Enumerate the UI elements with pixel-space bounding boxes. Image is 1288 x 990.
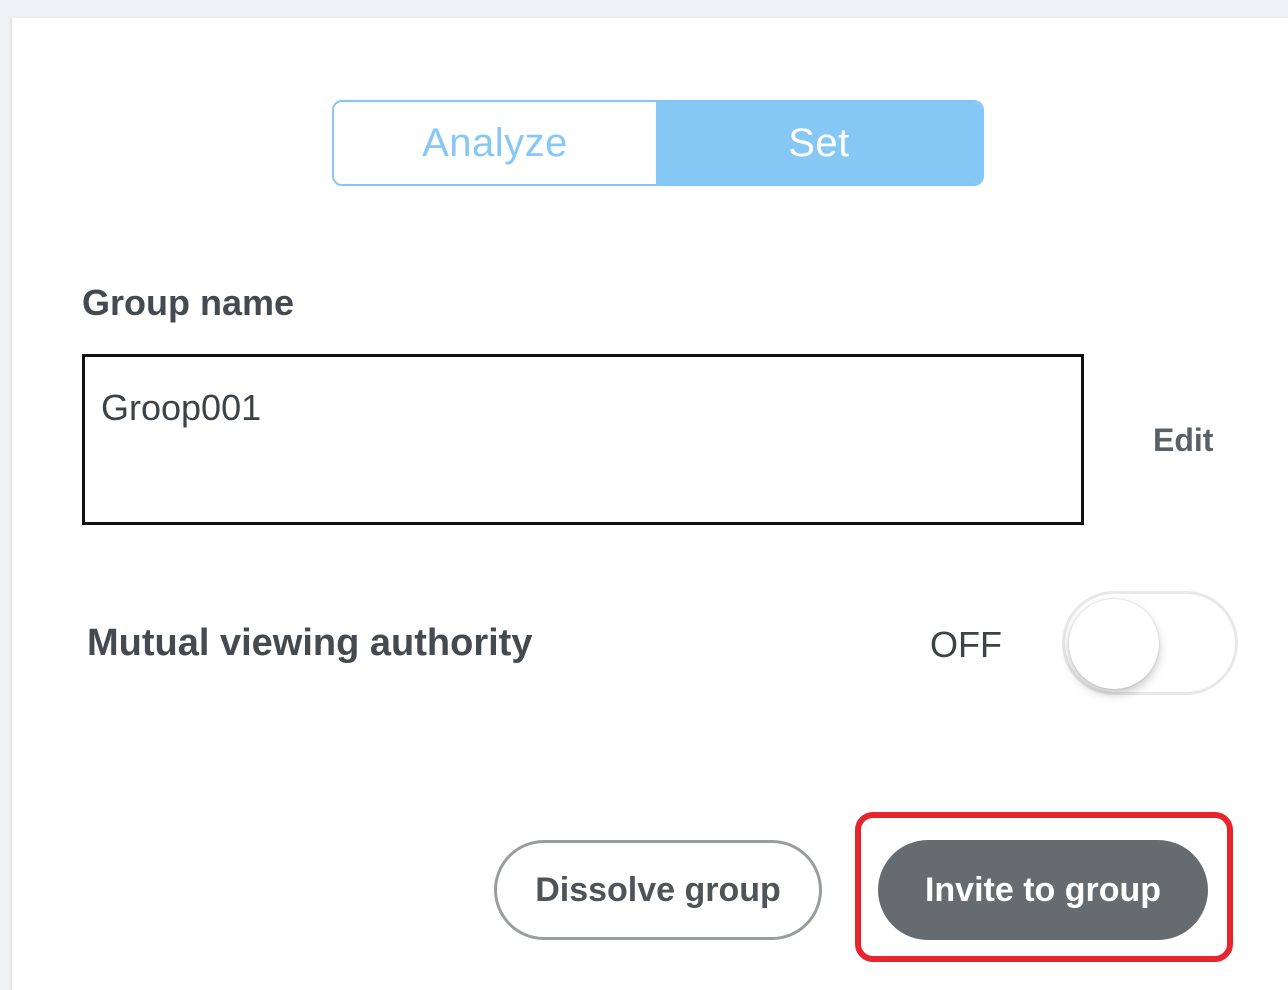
invite-to-group-button[interactable]: Invite to group	[878, 840, 1208, 940]
mutual-viewing-label: Mutual viewing authority	[87, 622, 533, 664]
mutual-viewing-state: OFF	[930, 624, 1002, 665]
mutual-viewing-toggle[interactable]	[1062, 591, 1238, 695]
tab-set[interactable]: Set	[656, 102, 982, 184]
settings-panel: Analyze Set Group name Groop001 Edit Mut…	[10, 18, 1288, 990]
tab-analyze[interactable]: Analyze	[334, 102, 656, 184]
toggle-knob	[1069, 599, 1159, 689]
dissolve-group-button[interactable]: Dissolve group	[494, 840, 822, 940]
group-name-value: Groop001	[101, 387, 262, 428]
view-segmented-control: Analyze Set	[332, 100, 984, 186]
group-name-label: Group name	[82, 282, 295, 323]
group-name-field[interactable]: Groop001	[82, 354, 1084, 525]
edit-group-name-button[interactable]: Edit	[1153, 422, 1213, 459]
